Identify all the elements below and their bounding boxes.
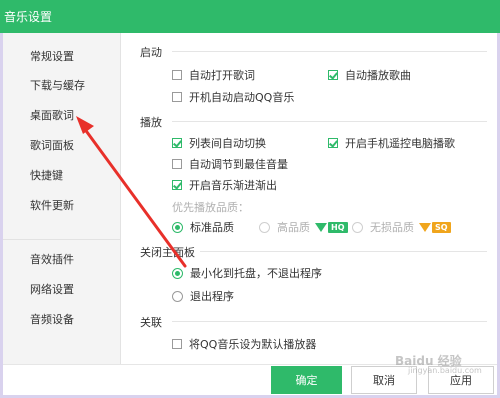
sidebar-item-network[interactable]: 网络设置 [30,281,74,297]
section-title-association: 关联 [140,316,162,329]
quality-high-radio[interactable] [259,221,270,233]
auto-open-lyrics-option[interactable]: 自动打开歌词 [172,67,255,83]
auto-play-label: 自动播放歌曲 [345,69,411,82]
section-divider [172,321,487,322]
hq-badge-icon: HQ [315,221,348,233]
fade-option[interactable]: 开启音乐渐进渐出 [172,177,277,193]
auto-play-option[interactable]: 自动播放歌曲 [328,67,411,83]
default-player-option[interactable]: 将QQ音乐设为默认播放器 [172,336,316,352]
boot-start-option[interactable]: 开机自动启动QQ音乐 [172,89,294,105]
section-title-close-panel: 关闭主面板 [140,246,195,259]
close-minimize-label: 最小化到托盘，不退出程序 [190,267,322,280]
hq-badge-text: HQ [328,221,348,233]
quality-high-label: 高品质 [277,221,310,234]
sidebar-divider [3,239,120,240]
section-divider [172,121,487,122]
sidebar-item-shortcuts[interactable]: 快捷键 [30,167,63,183]
close-minimize-radio[interactable] [172,267,183,279]
phone-remote-option[interactable]: 开启手机遥控电脑播歌 [328,135,455,151]
watermark-url: jingyan.baidu.com [408,366,482,375]
default-player-label: 将QQ音乐设为默认播放器 [189,338,317,351]
close-minimize-option[interactable]: 最小化到托盘，不退出程序 [172,265,322,281]
auto-open-lyrics-label: 自动打开歌词 [189,69,255,82]
boot-start-label: 开机自动启动QQ音乐 [189,91,295,104]
quality-label: 优先播放品质： [172,201,249,214]
sidebar-item-audio-device[interactable]: 音频设备 [30,311,74,327]
auto-volume-label: 自动调节到最佳音量 [189,158,288,171]
sidebar-item-sound-effects[interactable]: 音效插件 [30,251,74,267]
auto-play-checkbox[interactable] [328,70,338,80]
close-exit-option[interactable]: 退出程序 [172,288,234,304]
default-player-checkbox[interactable] [172,339,182,349]
close-exit-radio[interactable] [172,290,183,302]
auto-open-lyrics-checkbox[interactable] [172,70,182,80]
auto-volume-option[interactable]: 自动调节到最佳音量 [172,156,288,172]
sidebar-item-desktop-lyrics[interactable]: 桌面歌词 [30,107,74,123]
phone-remote-label: 开启手机遥控电脑播歌 [345,137,455,150]
list-auto-switch-option[interactable]: 列表间自动切换 [172,135,266,151]
phone-remote-checkbox[interactable] [328,138,338,148]
quality-lossless-radio[interactable] [352,221,363,233]
diamond-icon [315,222,327,232]
close-exit-label: 退出程序 [190,290,234,303]
boot-start-checkbox[interactable] [172,92,182,102]
quality-lossless-option[interactable]: 无损品质 SQ [352,219,451,235]
section-divider [172,51,487,52]
quality-standard-label: 标准品质 [190,221,234,234]
section-title-startup: 启动 [140,46,162,59]
sq-badge-text: SQ [432,221,451,233]
diamond-icon [419,222,431,232]
quality-standard-option[interactable]: 标准品质 [172,219,234,235]
settings-content: 启动 自动打开歌词 自动播放歌曲 开机自动启动QQ音乐 播放 列表间自动切换 开… [120,33,497,364]
sidebar-item-download-cache[interactable]: 下载与缓存 [30,77,85,93]
sidebar: 常规设置 下载与缓存 桌面歌词 歌词面板 快捷键 软件更新 音效插件 网络设置 … [3,33,121,364]
quality-high-option[interactable]: 高品质 HQ [259,219,348,235]
quality-standard-radio[interactable] [172,221,183,233]
section-title-playback: 播放 [140,116,162,129]
quality-lossless-label: 无损品质 [370,221,414,234]
window-title: 音乐设置 [4,10,53,24]
sq-badge-icon: SQ [419,221,451,233]
fade-checkbox[interactable] [172,180,182,190]
sidebar-item-lyrics-panel[interactable]: 歌词面板 [30,137,74,153]
list-auto-switch-label: 列表间自动切换 [189,137,266,150]
section-divider [200,251,487,252]
sidebar-item-software-update[interactable]: 软件更新 [30,197,74,213]
list-auto-switch-checkbox[interactable] [172,138,182,148]
fade-label: 开启音乐渐进渐出 [189,179,277,192]
sidebar-item-general[interactable]: 常规设置 [30,48,74,64]
ok-button[interactable]: 确定 [271,366,342,394]
title-bar[interactable]: 音乐设置 [0,0,500,33]
auto-volume-checkbox[interactable] [172,159,182,169]
